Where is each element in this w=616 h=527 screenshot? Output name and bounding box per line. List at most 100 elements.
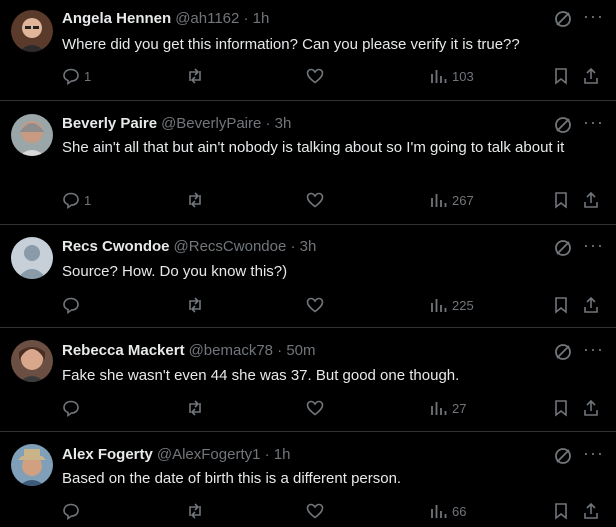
bookmark-button[interactable] [552, 191, 570, 209]
bookmark-icon [555, 503, 567, 520]
tweet-text: Fake she wasn't even 44 she was 37. But … [62, 367, 460, 384]
action-bar: 225 [62, 296, 608, 316]
share-button[interactable] [582, 399, 600, 417]
reply-button[interactable]: 1 [62, 191, 91, 209]
tweet[interactable]: Rebecca Mackert @bemack78 · 50m ··· Fake … [0, 328, 616, 432]
views-icon [431, 70, 447, 83]
tweet-header: Angela Hennen @ah1162 · 1h [62, 10, 269, 27]
views-icon [431, 299, 447, 312]
views-icon [431, 505, 447, 518]
share-icon [584, 399, 598, 416]
reply-button[interactable] [62, 296, 84, 314]
retweet-button[interactable] [186, 67, 204, 85]
bookmark-button[interactable] [552, 296, 570, 314]
reply-feed: Angela Hennen @ah1162 · 1h ··· Where did … [0, 0, 616, 527]
views-button[interactable]: 225 [430, 296, 474, 314]
like-button[interactable] [306, 399, 324, 417]
like-button[interactable] [306, 191, 324, 209]
retweet-button[interactable] [186, 296, 204, 314]
avatar[interactable] [11, 340, 53, 382]
more-options-icon[interactable]: ··· [583, 235, 604, 256]
tweet[interactable]: Alex Fogerty @AlexFogerty1 · 1h ··· Based… [0, 432, 616, 527]
grok-icon[interactable] [554, 343, 572, 366]
heart-icon [306, 192, 324, 208]
retweet-button[interactable] [186, 399, 204, 417]
author-meta[interactable]: @bemack78 · 50m [189, 342, 316, 359]
reply-button[interactable] [62, 399, 84, 417]
more-options-icon[interactable]: ··· [583, 112, 604, 133]
tweet[interactable]: Recs Cwondoe @RecsCwondoe · 3h ··· Source… [0, 225, 616, 328]
retweet-icon [189, 68, 201, 84]
view-count: 27 [452, 400, 467, 416]
bookmark-icon [555, 68, 567, 85]
tweet-header: Recs Cwondoe @RecsCwondoe · 3h [62, 238, 316, 255]
author-name[interactable]: Beverly Paire [62, 115, 157, 132]
view-count: 103 [452, 68, 474, 84]
views-icon [431, 402, 447, 415]
views-button[interactable]: 103 [430, 67, 474, 85]
author-meta[interactable]: @ah1162 · 1h [175, 10, 269, 27]
reply-button[interactable]: 1 [62, 67, 91, 85]
bookmark-button[interactable] [552, 67, 570, 85]
tweet-header: Alex Fogerty @AlexFogerty1 · 1h [62, 446, 290, 463]
avatar[interactable] [11, 237, 53, 279]
reply-icon [63, 400, 79, 417]
reply-count: 1 [84, 68, 92, 84]
retweet-icon [189, 503, 201, 519]
retweet-icon [189, 400, 201, 416]
tweet-text: She ain't all that but ain't nobody is t… [62, 139, 565, 156]
tweet[interactable]: Angela Hennen @ah1162 · 1h ··· Where did … [0, 0, 616, 101]
views-button[interactable]: 27 [430, 399, 466, 417]
share-button[interactable] [582, 67, 600, 85]
share-button[interactable] [582, 191, 600, 209]
bookmark-button[interactable] [552, 502, 570, 520]
like-button[interactable] [306, 296, 324, 314]
tweet[interactable]: Beverly Paire @BeverlyPaire · 3h ··· She … [0, 101, 616, 225]
share-icon [584, 502, 598, 519]
view-count: 66 [452, 503, 467, 519]
tweet-header: Beverly Paire @BeverlyPaire · 3h [62, 115, 291, 132]
retweet-button[interactable] [186, 502, 204, 520]
tweet-header: Rebecca Mackert @bemack78 · 50m [62, 342, 316, 359]
heart-icon [306, 503, 324, 519]
bookmark-icon [555, 192, 567, 209]
author-name[interactable]: Recs Cwondoe [62, 238, 170, 255]
action-bar: 66 [62, 502, 608, 522]
grok-icon[interactable] [554, 447, 572, 470]
reply-icon [63, 192, 79, 209]
grok-icon[interactable] [554, 10, 572, 33]
more-options-icon[interactable]: ··· [583, 6, 604, 27]
author-meta[interactable]: @AlexFogerty1 · 1h [157, 446, 291, 463]
like-button[interactable] [306, 502, 324, 520]
more-options-icon[interactable]: ··· [583, 443, 604, 464]
like-button[interactable] [306, 67, 324, 85]
bookmark-button[interactable] [552, 399, 570, 417]
share-icon [584, 296, 598, 313]
heart-icon [306, 400, 324, 416]
more-options-icon[interactable]: ··· [583, 339, 604, 360]
action-bar: 27 [62, 399, 608, 419]
reply-icon [63, 297, 79, 314]
share-button[interactable] [582, 296, 600, 314]
author-name[interactable]: Rebecca Mackert [62, 342, 185, 359]
views-button[interactable]: 66 [430, 502, 466, 520]
bookmark-icon [555, 297, 567, 314]
views-icon [431, 194, 447, 207]
grok-icon[interactable] [554, 239, 572, 262]
share-button[interactable] [582, 502, 600, 520]
avatar[interactable] [11, 10, 53, 52]
view-count: 225 [452, 297, 474, 313]
avatar[interactable] [11, 114, 53, 156]
views-button[interactable]: 267 [430, 191, 474, 209]
author-name[interactable]: Alex Fogerty [62, 446, 153, 463]
bookmark-icon [555, 400, 567, 417]
grok-icon[interactable] [554, 116, 572, 139]
reply-button[interactable] [62, 502, 84, 520]
retweet-button[interactable] [186, 191, 204, 209]
author-name[interactable]: Angela Hennen [62, 10, 171, 27]
author-meta[interactable]: @BeverlyPaire · 3h [161, 115, 291, 132]
avatar[interactable] [11, 444, 53, 486]
action-bar: 1 267 [62, 191, 608, 211]
retweet-icon [189, 192, 201, 208]
author-meta[interactable]: @RecsCwondoe · 3h [174, 238, 317, 255]
